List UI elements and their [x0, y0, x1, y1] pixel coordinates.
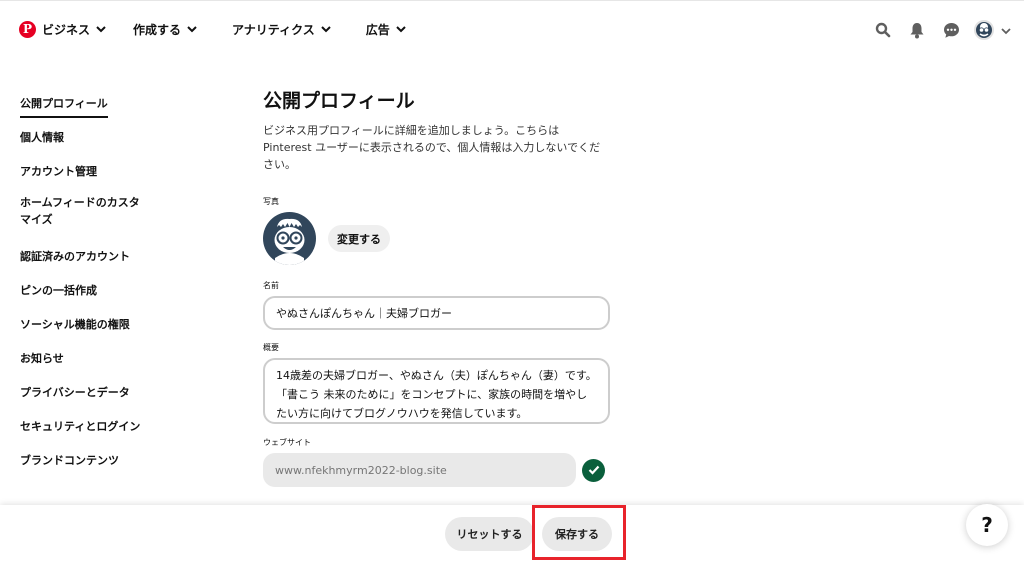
- pinterest-logo-icon[interactable]: P: [19, 20, 36, 38]
- name-field[interactable]: やぬさんぽんちゃん｜夫婦ブロガー: [263, 296, 610, 330]
- website-row: www.nfekhmyrm2022-blog.site: [263, 453, 613, 487]
- sidebar-item-security-login[interactable]: セキュリティとログイン: [20, 420, 140, 433]
- website-field[interactable]: www.nfekhmyrm2022-blog.site: [263, 453, 576, 487]
- top-nav: P ビジネス 作成する アナリティクス 広告: [0, 0, 1024, 58]
- help-button[interactable]: ?: [966, 504, 1008, 546]
- nav-ads-menu[interactable]: 広告: [366, 19, 407, 39]
- chevron-down-icon[interactable]: [1000, 25, 1012, 37]
- sidebar-item-personal-info[interactable]: 個人情報: [20, 131, 64, 144]
- sidebar-item-notifications[interactable]: お知らせ: [20, 352, 64, 365]
- sidebar-item-social-permissions[interactable]: ソーシャル機能の権限: [20, 318, 130, 331]
- profile-form: 公開プロフィール ビジネス用プロフィールに詳細を追加しましょう。こちらは Pin…: [263, 88, 613, 487]
- bell-icon[interactable]: [905, 18, 929, 42]
- sidebar-item-claimed-accounts[interactable]: 認証済みのアカウント: [20, 250, 130, 263]
- search-icon[interactable]: [871, 18, 895, 42]
- nav-create-menu[interactable]: 作成する: [133, 19, 198, 39]
- avatar[interactable]: [974, 20, 994, 40]
- about-textarea[interactable]: 14歳差の夫婦ブロガー、やぬさん（夫）ぽんちゃん（妻）です。「書こう 未来のため…: [263, 358, 610, 424]
- save-button[interactable]: 保存する: [542, 517, 612, 551]
- sidebar-item-privacy-data[interactable]: プライバシーとデータ: [20, 386, 130, 399]
- sidebar-item-public-profile[interactable]: 公開プロフィール: [20, 95, 108, 118]
- photo-row: 変更する: [263, 212, 613, 265]
- chat-icon[interactable]: [939, 18, 963, 42]
- verified-check-icon: [582, 458, 605, 482]
- chevron-down-icon: [96, 26, 106, 33]
- chevron-down-icon: [321, 26, 331, 33]
- action-bar: リセットする 保存する: [0, 505, 1024, 561]
- chevron-down-icon: [187, 26, 197, 33]
- name-label: 名前: [263, 281, 279, 290]
- profile-avatar: [263, 212, 316, 265]
- about-label: 概要: [263, 343, 279, 352]
- nav-analytics-menu[interactable]: アナリティクス: [232, 19, 332, 39]
- website-label: ウェブサイト: [263, 438, 311, 447]
- nav-ads-label: 広告: [365, 22, 390, 37]
- sidebar-item-bulk-create-pins[interactable]: ピンの一括作成: [20, 284, 97, 297]
- nav-left: P ビジネス 作成する アナリティクス 広告: [19, 19, 441, 39]
- chevron-down-icon: [396, 26, 406, 33]
- photo-label: 写真: [263, 197, 279, 206]
- sidebar-item-account-management[interactable]: アカウント管理: [20, 165, 97, 178]
- sidebar-item-home-feed-tuner[interactable]: ホームフィードのカスタマイズ: [20, 194, 148, 228]
- page-title: 公開プロフィール: [263, 90, 415, 112]
- nav-analytics-label: アナリティクス: [232, 22, 315, 37]
- page-description: ビジネス用プロフィールに詳細を追加しましょう。こちらは Pinterest ユー…: [263, 124, 601, 171]
- nav-create-label: 作成する: [133, 22, 182, 37]
- change-photo-button[interactable]: 変更する: [328, 225, 390, 252]
- nav-business-label: ビジネス: [42, 22, 91, 37]
- sidebar-item-branded-content[interactable]: ブランドコンテンツ: [20, 454, 119, 467]
- nav-business-menu[interactable]: P ビジネス: [19, 19, 107, 39]
- settings-sidebar: 公開プロフィール 個人情報 アカウント管理 ホームフィードのカスタマイズ 認証済…: [20, 92, 160, 476]
- nav-right: [861, 18, 1012, 42]
- reset-button[interactable]: リセットする: [445, 517, 534, 551]
